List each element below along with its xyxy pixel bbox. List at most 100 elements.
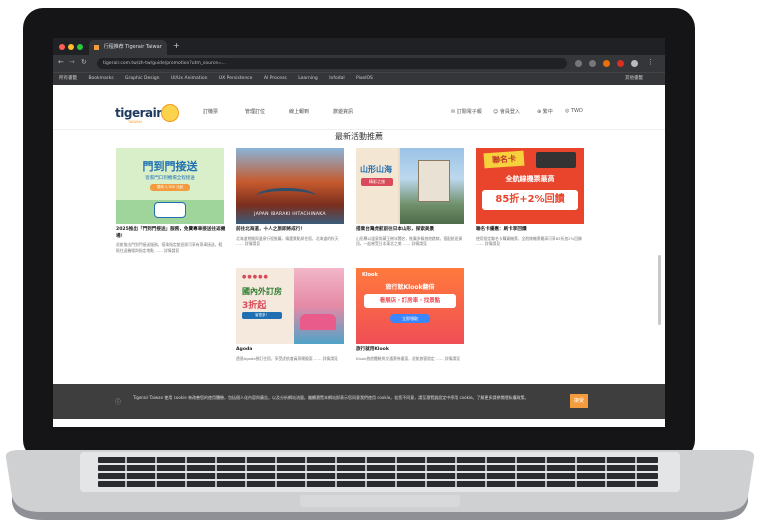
promo-image-badge: 省很多！ <box>242 312 282 319</box>
currency-label: TWD <box>570 108 583 114</box>
promo-card[interactable]: 山形山海 精彩之旅 搭乘台灣虎航前往日本山形，探索美景 山形縣以溫泉與藏王樹冰聞… <box>356 148 466 247</box>
menu-dots-icon[interactable]: ⋮ <box>647 58 654 66</box>
promo-image-btn: 立即領取 <box>390 314 430 323</box>
building-icon <box>418 160 450 202</box>
promo-image-photo <box>294 268 344 344</box>
promo-title[interactable]: 前往北海道，十人之旅即將成行！ <box>236 227 346 234</box>
promo-image-sub: 精彩之旅 <box>361 178 393 186</box>
maximize-window-icon[interactable] <box>77 44 83 50</box>
login-link[interactable]: ☺ 會員登入 <box>493 108 520 115</box>
bookmark-item[interactable]: Learning <box>298 73 318 85</box>
newsletter-link[interactable]: ✉ 訂閱電子報 <box>451 108 482 115</box>
promo-card[interactable]: 門到門接送 從家門口到機場全程接送 限時 2,300 元起 2025推出「門到門… <box>116 148 226 253</box>
promo-image-caption: JAPAN IBARAKI HITACHINAKA <box>254 212 326 217</box>
nav-item[interactable]: 管理訂位 <box>245 108 265 115</box>
cookie-accept-button[interactable]: 接受 <box>570 394 588 408</box>
car-icon <box>300 314 336 330</box>
promo-title[interactable]: 搭乘台灣虎航前往日本山形，探索美景 <box>356 227 466 234</box>
card-graphic-icon <box>536 152 576 168</box>
nav-item[interactable]: 線上報到 <box>289 108 309 115</box>
promo-image-badge: 限時 2,300 元起 <box>150 184 190 191</box>
extension-icon[interactable] <box>603 60 610 67</box>
user-icon: ☺ <box>493 109 500 115</box>
promo-image: ●●●●● 國內外訂房 3折起 省很多！ <box>236 268 344 344</box>
back-icon[interactable]: ← <box>58 58 64 66</box>
promo-image-sub: 從家門口到機場全程接送 <box>145 176 195 181</box>
nav-item[interactable]: 訂機票 <box>203 108 218 115</box>
promo-image-big: 85折+2%回饋 <box>482 190 578 210</box>
bookmark-item[interactable]: Graphic Design <box>125 73 160 85</box>
page-scrollbar[interactable] <box>658 255 661 325</box>
mascot-icon <box>161 104 179 122</box>
promo-title[interactable]: 2025推出「門到門接送」服務，免費專車接送往返機場！ <box>116 227 226 240</box>
promo-card[interactable]: JAPAN IBARAKI HITACHINAKA 前往北海道，十人之旅即將成行… <box>236 148 346 247</box>
bookmark-item[interactable]: Infodal <box>329 73 344 85</box>
browser-tab[interactable]: 行程推荐 Tigerair Taiwan | 台灣虎航 ✕ <box>89 40 167 66</box>
browser-tab-bar: 行程推荐 Tigerair Taiwan | 台灣虎航 ✕ + <box>53 38 665 66</box>
promo-image: 聯名卡 全航線機票最高 85折+2%回饋 <box>476 148 584 224</box>
bookmark-item[interactable]: UI/Ux Animation <box>171 73 207 85</box>
currency-select[interactable]: ◎ TWD <box>565 108 583 114</box>
site-logo-sub: TAIWAN <box>128 120 142 124</box>
newsletter-label: 訂閱電子報 <box>456 109 482 115</box>
address-bar[interactable]: tigerair.com.tw/zh-tw/guide/promotion?ut… <box>97 58 567 69</box>
minimize-window-icon[interactable] <box>68 44 74 50</box>
extension-icon[interactable] <box>589 60 596 67</box>
promo-image-headline: 旅行就Klook翻倍 <box>385 284 435 291</box>
bookmarks-bar: 所有書籤 Bookmarks Graphic Design UI/Ux Anim… <box>53 72 665 86</box>
tab-favicon-icon <box>94 45 99 50</box>
site-logo[interactable]: tigerair <box>115 106 162 120</box>
promo-card[interactable]: ●●●●● 國內外訂房 3折起 省很多！ Agoda 透過Agoda預訂住宿，享… <box>236 268 346 361</box>
agoda-dots-icon: ●●●●● <box>242 274 269 280</box>
bookmark-item[interactable]: UX Persistence <box>219 73 253 85</box>
promo-desc: 山形縣以溫泉與藏王樹冰聞名，推薦多條旅遊路線，搭配航班資訊，一起感受日本東北之美… <box>356 235 463 247</box>
promo-desc: 北海道賞楓與溫泉行程推薦，精選景點與住宿，北海道的秋天 …… 詳情請見 <box>236 235 339 247</box>
forward-icon[interactable]: → <box>69 58 75 66</box>
nav-item[interactable]: 旅遊資訊 <box>333 108 353 115</box>
promo-image-brand: Klook <box>362 272 378 278</box>
close-window-icon[interactable] <box>59 44 65 50</box>
extension-icons: ⋮ <box>575 58 665 70</box>
promo-image-headline: 全航線機票最高 <box>505 175 555 183</box>
promo-card[interactable]: 聯名卡 全航線機票最高 85折+2%回饋 聯名卡優惠：刷卡享回饋 使用指定聯名卡… <box>476 148 586 247</box>
promo-desc: Klook旅遊體驗與交通票券優惠，虎航旅客限定 …… 詳情請見 <box>356 355 460 361</box>
bookmark-item[interactable]: 所有書籤 <box>59 73 77 85</box>
promo-image-sub: 3折起 <box>242 301 267 311</box>
cookie-text: Tigerair Taiwan 使用 cookie 來改善您的使用體驗，包括個人… <box>133 395 529 400</box>
tab-title: 行程推荐 Tigerair Taiwan | 台灣虎航 <box>103 44 162 50</box>
extension-icon[interactable] <box>575 60 582 67</box>
promo-title[interactable]: 旅行就用Klook <box>356 347 466 354</box>
web-page: tigerair TAIWAN 訂機票 管理訂位 線上報到 旅遊資訊 ✉ 訂閱電… <box>53 85 665 427</box>
other-bookmarks[interactable]: 其他書籤 <box>625 73 643 85</box>
laptop-base <box>5 450 755 520</box>
promo-image: Klook 旅行就Klook翻倍 看展店・訂房車・找景點 立即領取 <box>356 268 464 344</box>
promo-title[interactable]: Agoda <box>236 347 346 354</box>
promo-desc: 虎航推出門到門接送服務，搭乘指定航班即可享有專車接送，輕鬆往返機場與指定地點 …… <box>116 242 223 253</box>
promo-desc: 使用指定聯名卡購買機票，全航線機票最高可享85折加2%回饋 …… 詳情請見 <box>476 235 582 247</box>
promo-image-sub: 看展店・訂房車・找景點 <box>364 294 456 308</box>
login-label: 會員登入 <box>499 109 520 115</box>
promo-image-headline: 門到門接送 <box>142 160 198 173</box>
language-label: 繁中 <box>542 109 553 115</box>
extension-icon[interactable] <box>617 60 624 67</box>
promo-card[interactable]: Klook 旅行就Klook翻倍 看展店・訂房車・找景點 立即領取 旅行就用Kl… <box>356 268 466 361</box>
new-tab-icon[interactable]: + <box>173 41 180 50</box>
header-divider <box>53 129 665 130</box>
promo-image-headline: 山形山海 <box>360 165 392 174</box>
bookmark-item[interactable]: AI Process <box>264 73 287 85</box>
bus-icon <box>154 202 186 218</box>
promo-image: JAPAN IBARAKI HITACHINAKA <box>236 148 344 224</box>
bookmark-item[interactable]: PixelOS <box>356 73 373 85</box>
promo-image-headline: 國內外訂房 <box>242 287 282 296</box>
promo-image-panel <box>356 148 398 224</box>
info-icon: ⓘ <box>115 399 122 406</box>
bookmark-item[interactable]: Bookmarks <box>88 73 113 85</box>
bridge-icon <box>256 188 316 205</box>
laptop-screen: 行程推荐 Tigerair Taiwan | 台灣虎航 ✕ + ← → ↻ ti… <box>53 38 665 427</box>
profile-avatar[interactable] <box>631 60 638 67</box>
promo-image: 門到門接送 從家門口到機場全程接送 限時 2,300 元起 <box>116 148 224 224</box>
promo-title[interactable]: 聯名卡優惠：刷卡享回饋 <box>476 227 586 234</box>
language-select[interactable]: ⊕ 繁中 <box>537 108 553 115</box>
reload-icon[interactable]: ↻ <box>81 58 87 66</box>
promo-desc: 透過Agoda預訂住宿，享受虎航會員專屬優惠 …… 詳情請見 <box>236 355 338 361</box>
